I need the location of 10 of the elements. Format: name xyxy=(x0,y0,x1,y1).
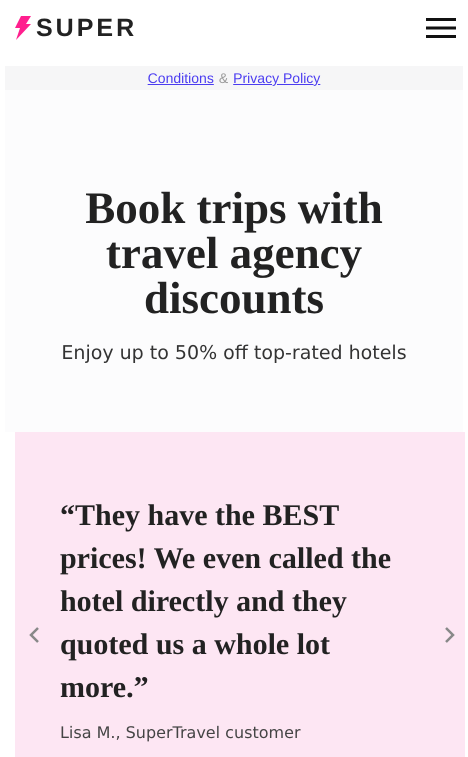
lightning-bolt-icon xyxy=(14,16,32,40)
separator-text: & xyxy=(218,70,228,86)
testimonial-author: Lisa M., SuperTravel customer xyxy=(60,722,302,744)
brand-logo[interactable]: SUPER xyxy=(36,16,138,40)
hero-subtitle: Enjoy up to 50% off top-rated hotels xyxy=(60,341,408,366)
hero-title: Book trips with travel agency discounts xyxy=(84,186,384,321)
legal-link[interactable]: Conditions xyxy=(148,70,214,86)
testimonial-quote: “They have the BEST prices! We even called the hotel directly and they quoted us a whole lot more.” xyxy=(60,498,392,706)
legal-link[interactable]: Privacy Policy xyxy=(233,70,320,86)
menu-icon[interactable] xyxy=(426,17,456,39)
